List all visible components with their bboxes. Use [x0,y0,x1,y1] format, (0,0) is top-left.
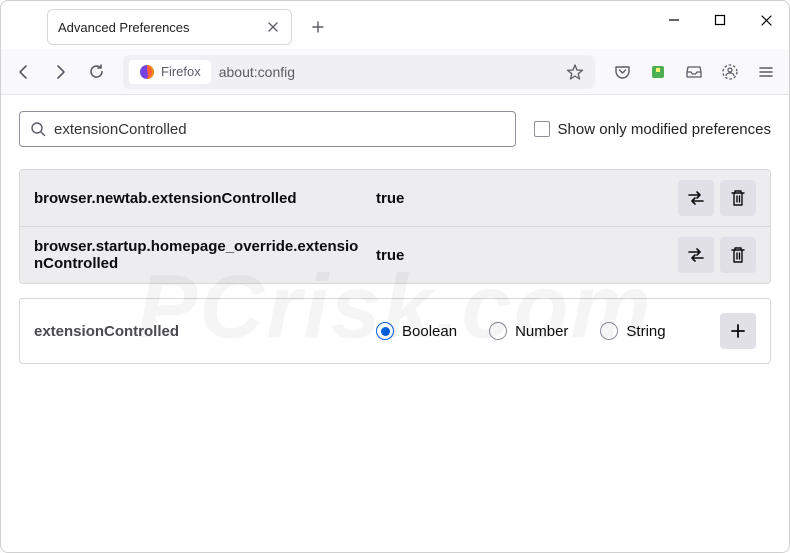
search-box[interactable] [19,111,516,147]
new-tab-button[interactable] [304,13,332,41]
radio-icon [489,322,507,340]
add-pref-container: extensionControlled Boolean Number Strin… [19,298,771,364]
checkbox-icon [534,121,550,137]
pref-name: browser.startup.homepage_override.extens… [34,238,364,272]
pref-value: true [376,190,666,207]
type-radio-group: Boolean Number String [376,322,708,340]
bookmark-star-icon[interactable] [561,58,589,86]
checkbox-label: Show only modified preferences [558,121,771,138]
radio-boolean[interactable]: Boolean [376,322,457,340]
pref-actions [678,237,756,273]
add-pref-row: extensionControlled Boolean Number Strin… [20,299,770,363]
titlebar: Advanced Preferences [1,1,789,49]
pref-actions [678,180,756,216]
reload-button[interactable] [79,55,113,89]
delete-button[interactable] [720,180,756,216]
inbox-icon[interactable] [677,55,711,89]
pref-value: true [376,247,666,264]
toolbar-right-icons [605,55,783,89]
extension-icon[interactable] [641,55,675,89]
toggle-button[interactable] [678,237,714,273]
firefox-logo-icon [139,64,155,80]
search-icon [30,121,46,137]
forward-button[interactable] [43,55,77,89]
search-input[interactable] [54,121,505,138]
add-pref-name: extensionControlled [34,323,364,340]
identity-label: Firefox [161,64,201,79]
pref-row: browser.newtab.extensionControlled true [20,170,770,226]
add-button[interactable] [720,313,756,349]
preferences-table: browser.newtab.extensionControlled true … [19,169,771,284]
radio-icon [376,322,394,340]
window-controls [651,1,789,39]
radio-number[interactable]: Number [489,322,568,340]
toggle-button[interactable] [678,180,714,216]
show-modified-checkbox[interactable]: Show only modified preferences [534,121,771,138]
toolbar: Firefox about:config [1,49,789,95]
tab-title: Advanced Preferences [58,20,255,35]
browser-tab[interactable]: Advanced Preferences [47,9,292,45]
radio-string[interactable]: String [600,322,665,340]
close-window-button[interactable] [743,1,789,39]
pocket-icon[interactable] [605,55,639,89]
content-area: Show only modified preferences browser.n… [1,95,789,380]
menu-icon[interactable] [749,55,783,89]
pref-name: browser.newtab.extensionControlled [34,190,364,207]
address-bar[interactable]: Firefox about:config [123,55,595,89]
profile-icon[interactable] [713,55,747,89]
radio-icon [600,322,618,340]
minimize-button[interactable] [651,1,697,39]
maximize-button[interactable] [697,1,743,39]
back-button[interactable] [7,55,41,89]
delete-button[interactable] [720,237,756,273]
search-row: Show only modified preferences [19,111,771,147]
pref-row: browser.startup.homepage_override.extens… [20,226,770,283]
identity-box[interactable]: Firefox [129,60,211,84]
url-text: about:config [219,64,553,80]
close-tab-icon[interactable] [265,19,281,35]
